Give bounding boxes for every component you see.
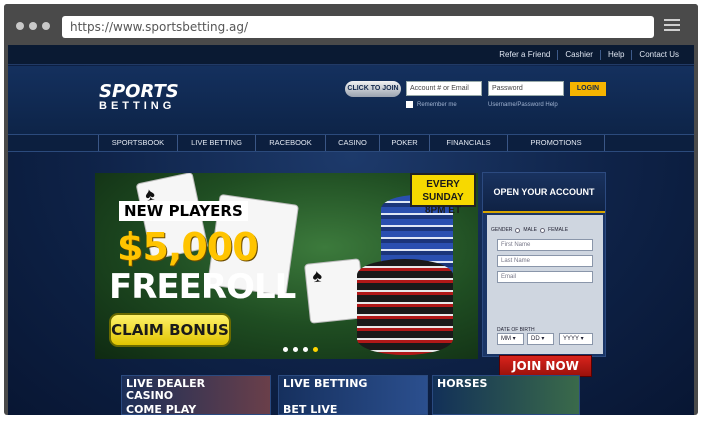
day-select[interactable]: DD ▾: [527, 333, 554, 345]
address-bar[interactable]: https://www.sportsbetting.ag/: [62, 16, 654, 38]
refer-friend-link[interactable]: Refer a Friend: [492, 50, 557, 60]
browser-toolbar: https://www.sportsbetting.ag/: [4, 4, 698, 46]
schedule-line-2: 8PM ET: [424, 205, 462, 216]
promo-title: HORSES: [437, 377, 488, 390]
spade-icon: ♠: [311, 265, 323, 287]
year-select[interactable]: YYYY ▾: [559, 333, 593, 345]
menu-icon[interactable]: [664, 19, 680, 34]
gender-label: GENDER: [491, 227, 513, 233]
first-name-input[interactable]: First Name: [497, 239, 593, 251]
password-help-link[interactable]: Username/Password Help: [488, 102, 558, 108]
login-button[interactable]: LOGIN: [570, 82, 606, 96]
month-select[interactable]: MM ▾: [497, 333, 524, 345]
female-label: FEMALE: [548, 227, 569, 233]
promo-subtitle: BET LIVE: [283, 403, 338, 415]
hero-banner[interactable]: ♠ ♠ ♠ NEW PLAYERS $5,000 FREEROLL CLAIM …: [95, 173, 478, 359]
day-value: DD: [531, 336, 540, 342]
utility-bar: Refer a Friend Cashier Help Contact Us: [8, 45, 694, 65]
nav-casino[interactable]: CASINO: [325, 135, 379, 151]
main-nav: SPORTSBOOK LIVE BETTING RACEBOOK CASINO …: [8, 134, 694, 152]
gender-selector: GENDER MALE FEMALE: [491, 227, 568, 233]
site-header: SPORTS BETTING CLICK TO JOIN Account # o…: [8, 66, 694, 134]
click-to-join-button[interactable]: CLICK TO JOIN: [345, 81, 401, 97]
site-logo[interactable]: SPORTS BETTING: [99, 81, 179, 113]
open-account-panel: OPEN YOUR ACCOUNT GENDER MALE FEMALE Fir…: [482, 172, 606, 377]
hero-headline: FREEROLL: [109, 267, 296, 307]
nav-financials[interactable]: FINANCIALS: [429, 135, 507, 151]
remember-me[interactable]: Remember me: [406, 101, 457, 108]
window-control-dot[interactable]: [16, 22, 24, 30]
nav-poker[interactable]: POKER: [379, 135, 429, 151]
male-label: MALE: [523, 227, 538, 233]
nav-sportsbook[interactable]: SPORTSBOOK: [98, 135, 177, 151]
logo-line-2: BETTING: [99, 100, 176, 112]
hero-amount: $5,000: [117, 225, 259, 269]
promo-horses[interactable]: HORSES: [432, 375, 580, 415]
email-input[interactable]: Email: [497, 271, 593, 283]
carousel-dot[interactable]: [283, 347, 288, 352]
promo-line: CASINO: [126, 389, 174, 402]
promo-title: LIVE BETTING: [283, 377, 368, 390]
schedule-badge: EVERY SUNDAY 8PM ET: [410, 173, 476, 216]
month-value: MM: [501, 336, 511, 342]
carousel-dot[interactable]: [293, 347, 298, 352]
promo-live-betting[interactable]: LIVE BETTING BET LIVE: [278, 375, 428, 415]
open-account-title: OPEN YOUR ACCOUNT: [483, 173, 605, 213]
account-input[interactable]: Account # or Email: [406, 81, 482, 96]
male-radio[interactable]: [515, 227, 521, 233]
logo-line-1: SPORTS: [99, 81, 179, 102]
window-control-dot[interactable]: [42, 22, 50, 30]
carousel-indicators: [283, 347, 323, 352]
carousel-dot[interactable]: [303, 347, 308, 352]
female-radio[interactable]: [540, 227, 546, 233]
promo-live-dealer[interactable]: LIVE DEALER CASINO COME PLAY: [121, 375, 271, 415]
browser-window: https://www.sportsbetting.ag/ Refer a Fr…: [4, 4, 698, 415]
hero-badge: NEW PLAYERS: [119, 201, 248, 221]
schedule-line-1: EVERY SUNDAY: [422, 179, 464, 203]
cashier-link[interactable]: Cashier: [557, 50, 600, 60]
year-value: YYYY: [563, 336, 579, 342]
chip-stack-image: [357, 259, 453, 355]
claim-bonus-button[interactable]: CLAIM BONUS: [109, 313, 231, 347]
nav-promotions[interactable]: PROMOTIONS: [507, 135, 605, 151]
page-viewport: Refer a Friend Cashier Help Contact Us S…: [8, 45, 694, 415]
join-now-button[interactable]: JOIN NOW: [499, 355, 592, 377]
last-name-input[interactable]: Last Name: [497, 255, 593, 267]
promo-subtitle: COME PLAY: [126, 403, 197, 415]
nav-live-betting[interactable]: LIVE BETTING: [177, 135, 255, 151]
carousel-dot-active[interactable]: [313, 347, 318, 352]
remember-checkbox[interactable]: [406, 101, 413, 108]
password-input[interactable]: Password: [488, 81, 564, 96]
window-control-dot[interactable]: [29, 22, 37, 30]
nav-racebook[interactable]: RACEBOOK: [255, 135, 325, 151]
contact-link[interactable]: Contact Us: [631, 50, 686, 60]
help-link[interactable]: Help: [599, 50, 631, 60]
promo-title: LIVE DEALER CASINO: [126, 378, 205, 402]
remember-label: Remember me: [417, 101, 457, 108]
